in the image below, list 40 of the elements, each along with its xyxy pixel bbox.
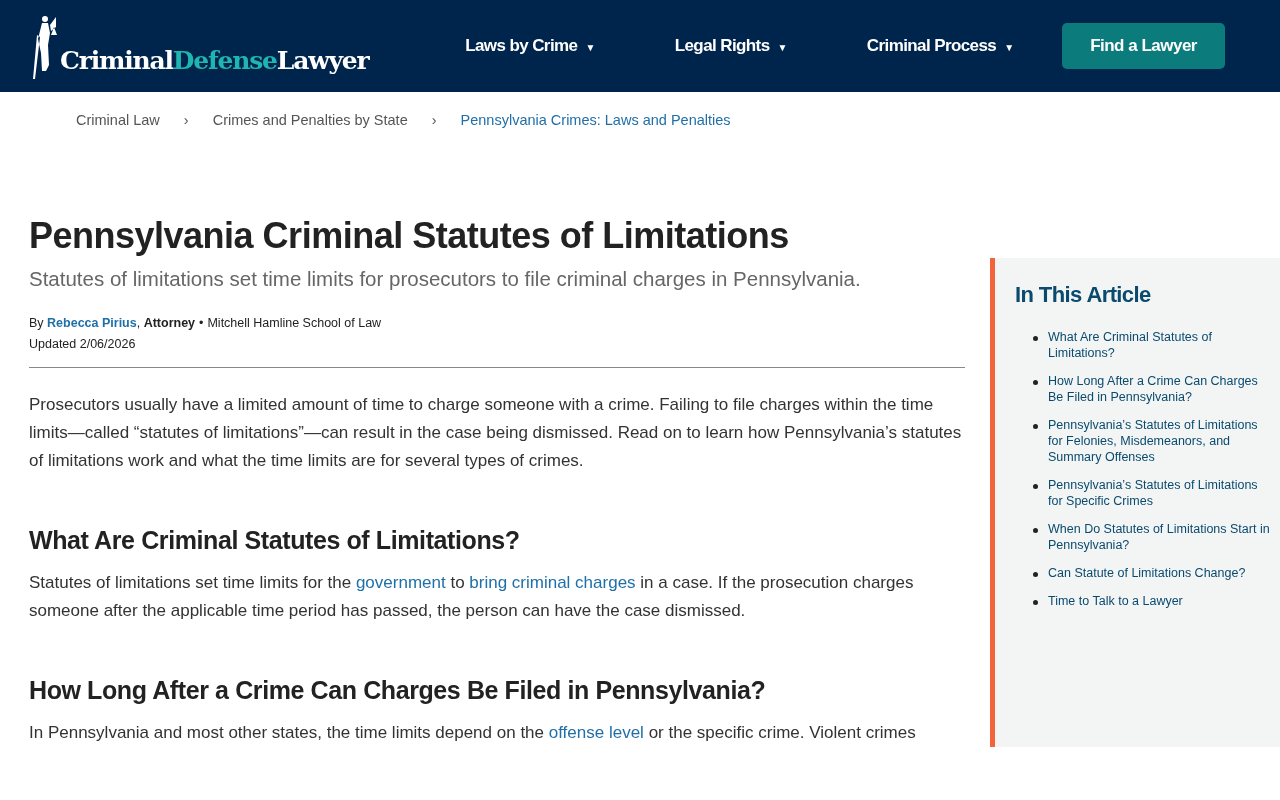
toc-link[interactable]: How Long After a Crime Can Charges Be Filed in Pennsylvania? bbox=[1048, 373, 1270, 405]
body-paragraph: Statutes of limitations set time limits for the government to bring criminal charges in a case. If the prosecution charges someone after the applicable time period has passed, the person can have the case dismissed. bbox=[29, 572, 915, 623]
inline-link[interactable]: offense level bbox=[548, 723, 644, 743]
toc-title: In This Article bbox=[1015, 281, 1152, 309]
toc-link[interactable]: Pennsylvania’s Statutes of Limitations for Felonies, Misdemeanors, and Summary Offenses bbox=[1048, 417, 1270, 465]
body-paragraph: In Pennsylvania and most other states, the time limits depend on the offense level or the specific crime. Violent crimes bbox=[29, 722, 917, 745]
bullet-icon bbox=[1033, 572, 1038, 577]
nav-menu-link[interactable]: Laws by Crime ▼ bbox=[465, 33, 595, 59]
separator-dot: • bbox=[199, 315, 204, 333]
breadcrumb-link[interactable]: Crimes and Penalties by State bbox=[212, 110, 408, 162]
inline-link[interactable]: bring criminal charges bbox=[469, 573, 636, 593]
toc-link[interactable]: When Do Statutes of Limitations Start in Pennsylvania? bbox=[1048, 521, 1270, 553]
article-title: Pennsylvania Criminal Statutes of Limitations bbox=[29, 214, 790, 258]
updated-date: Updated 2/06/2026 bbox=[29, 336, 137, 354]
bullet-icon bbox=[1033, 484, 1038, 489]
article-subtitle: Statutes of limitations set time limits for prosecutors to file criminal charges in Pennsylvania. bbox=[29, 266, 862, 293]
bullet-icon bbox=[1033, 528, 1038, 533]
breadcrumb-separator: › bbox=[431, 111, 437, 130]
site-logo[interactable]: CriminalDefenseLawyer bbox=[32, 13, 369, 79]
breadcrumb-link[interactable]: Criminal Law bbox=[76, 110, 160, 162]
author-school: Mitchell Hamline School of Law bbox=[207, 315, 382, 333]
bullet-icon bbox=[1033, 600, 1038, 605]
toc-link[interactable]: Can Statute of Limitations Change? bbox=[1048, 565, 1246, 581]
byline: By Rebecca Pirius, Attorney bbox=[29, 315, 196, 333]
find-lawyer-button[interactable]: Find a Lawyer bbox=[1062, 23, 1225, 69]
bullet-icon bbox=[1033, 336, 1038, 341]
toc-link[interactable]: What Are Criminal Statutes of Limitations? bbox=[1048, 329, 1270, 361]
author-link[interactable]: Rebecca Pirius bbox=[47, 316, 137, 331]
bullet-icon bbox=[1033, 380, 1038, 385]
body-paragraph: Prosecutors usually have a limited amount of time to charge someone with a crime. Failing to file charges within the time limits—called “statutes of limitations”—can result in the case being dismissed. Read on to learn how Pennsylvania’s statutes of limitations work and what the time limits are for several types of crimes. bbox=[29, 394, 963, 473]
bullet-icon bbox=[1033, 424, 1038, 429]
section-heading: How Long After a Crime Can Charges Be Filed in Pennsylvania? bbox=[29, 675, 767, 706]
breadcrumb-separator: › bbox=[183, 111, 189, 130]
toc-link[interactable]: Time to Talk to a Lawyer bbox=[1048, 593, 1183, 609]
breadcrumb-link[interactable]: Pennsylvania Crimes: Laws and Penalties bbox=[460, 110, 731, 162]
toc-link[interactable]: Pennsylvania’s Statutes of Limitations for Specific Crimes bbox=[1048, 477, 1270, 509]
nav-menu-link[interactable]: Legal Rights ▼ bbox=[674, 33, 787, 59]
inline-link[interactable]: government bbox=[355, 573, 446, 593]
nav-menu-link[interactable]: Criminal Process ▼ bbox=[866, 33, 1014, 59]
section-heading: What Are Criminal Statutes of Limitations? bbox=[29, 525, 521, 556]
